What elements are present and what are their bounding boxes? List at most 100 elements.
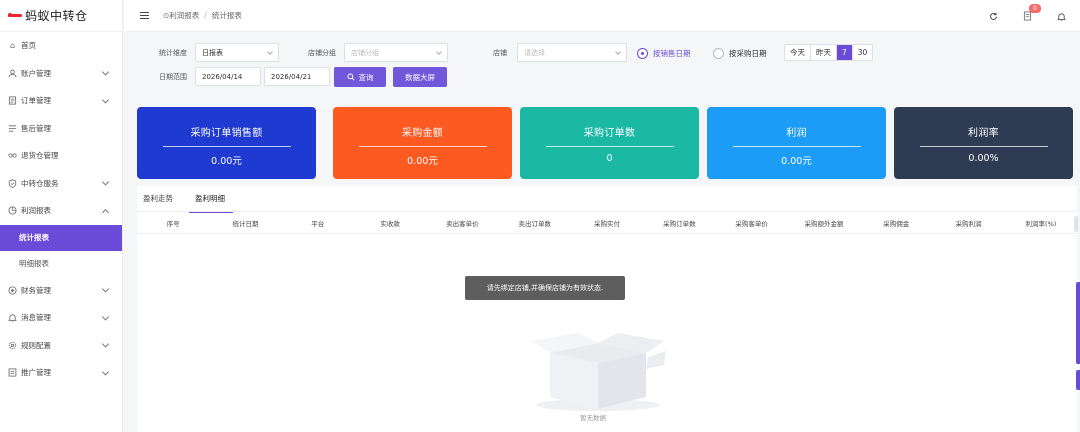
- home-icon: ⌂: [9, 40, 16, 50]
- column-header: 序号: [166, 219, 180, 228]
- notification-badge: 0: [1029, 4, 1041, 13]
- notification-icon[interactable]: 0: [1022, 4, 1041, 21]
- quick-range-yesterday[interactable]: 昨天: [811, 45, 837, 60]
- side-float-tab[interactable]: [1076, 282, 1080, 364]
- card-value: 0.00元: [211, 156, 242, 167]
- chevron-down-icon: [436, 49, 442, 55]
- column-header: 卖出订单数: [518, 219, 551, 228]
- chevron-down-icon: [101, 285, 110, 293]
- sidebar-subitem-label: 统计报表: [19, 233, 49, 242]
- chevron-down-icon: [267, 49, 273, 55]
- shop-select[interactable]: 请选择: [517, 43, 627, 62]
- sidebar-item-label: 规则配置: [21, 340, 51, 350]
- logo-text: 蚂蚁中转仓: [25, 9, 88, 23]
- radio-purchase-date[interactable]: 按采购日期: [713, 48, 767, 59]
- column-header: 实收款: [380, 219, 400, 228]
- data-screen-button[interactable]: 数据大屏: [393, 67, 447, 87]
- scrollbar-thumb[interactable]: [1074, 216, 1078, 232]
- order-icon: [8, 96, 17, 105]
- card-title: 采购订单销售额: [190, 128, 263, 139]
- column-header: 采购利润: [955, 219, 982, 228]
- sidebar-item-home[interactable]: ⌂ 首页: [0, 32, 122, 60]
- card-divider: [732, 146, 861, 147]
- sidebar-item-label: 订单管理: [21, 96, 51, 106]
- card-purchase-order-sales: 采购订单销售额 0.00元: [137, 107, 316, 179]
- date-start-input[interactable]: 2026/04/14: [195, 67, 261, 86]
- dimension-select[interactable]: 日报表: [195, 43, 279, 62]
- gear-icon: [8, 341, 17, 350]
- bell-icon[interactable]: [1056, 11, 1066, 21]
- promote-icon: [8, 368, 17, 377]
- card-title: 采购订单数: [583, 128, 636, 139]
- sidebar-item-after-sale[interactable]: 售后管理: [0, 115, 122, 143]
- toast-message: 请先绑定店铺,并确保店铺为有效状态.: [465, 276, 625, 300]
- chevron-down-icon: [101, 68, 110, 76]
- dimension-label: 统计维度: [159, 49, 187, 57]
- tab-profit-detail[interactable]: 盈利明细: [189, 186, 233, 213]
- chevron-down-icon: [615, 49, 621, 55]
- quick-range-30[interactable]: 30: [853, 45, 873, 60]
- sidebar-subitem-detail-report[interactable]: 明细报表: [0, 251, 122, 277]
- date-range-label: 日期范围: [159, 73, 187, 81]
- sidebar-item-promotion[interactable]: 推广管理: [0, 359, 122, 387]
- card-divider: [919, 146, 1048, 147]
- card-purchase-order-count: 采购订单数 0: [520, 107, 699, 179]
- card-title: 利润率: [968, 128, 999, 139]
- shop-group-select[interactable]: 店铺分组: [344, 43, 448, 62]
- column-header: 采购客单价: [735, 219, 768, 228]
- card-purchase-amount: 采购金额 0.00元: [333, 107, 512, 179]
- card-divider: [162, 146, 291, 147]
- menu-toggle-icon[interactable]: [140, 12, 149, 19]
- side-float-tab[interactable]: [1076, 370, 1080, 390]
- radio-sale-date[interactable]: 按销售日期: [637, 48, 691, 59]
- sidebar-item-orders[interactable]: 订单管理: [0, 87, 122, 115]
- column-header: 采购实付: [594, 219, 621, 228]
- sidebar-item-label: 财务管理: [21, 285, 51, 295]
- card-value: 0: [606, 153, 613, 164]
- card-title: 采购金额: [401, 128, 444, 139]
- breadcrumb-item[interactable]: ⊙利润报表: [163, 10, 199, 21]
- shield-icon: [8, 179, 17, 188]
- sidebar-item-profit-report[interactable]: 利润报表: [0, 197, 122, 225]
- sidebar-item-label: 利润报表: [21, 206, 51, 216]
- sidebar-item-messages[interactable]: 消息管理: [0, 304, 122, 332]
- tab-profit-trend[interactable]: 盈利走势: [143, 186, 173, 212]
- quick-range-today[interactable]: 今天: [785, 45, 811, 60]
- column-header: 采购额外金额: [804, 219, 844, 228]
- quick-range-group: 今天 昨天 7 30: [784, 44, 874, 61]
- chevron-down-icon: [101, 313, 110, 321]
- sidebar-item-label: 中转仓服务: [21, 178, 59, 188]
- column-header: 采购佣金: [883, 219, 910, 228]
- radio-checked-icon: [637, 48, 648, 59]
- date-end-input[interactable]: 2026/04/21: [264, 67, 330, 86]
- quick-range-7[interactable]: 7: [837, 45, 853, 60]
- return-icon: [8, 151, 17, 160]
- after-sale-icon: [8, 124, 17, 133]
- filter-form: 统计维度 日报表 店铺分组 店铺分组 店铺 请选择 按销售日期 按采购日期 今天…: [137, 40, 1077, 95]
- sidebar-item-label: 首页: [21, 41, 36, 51]
- sidebar-subitem-statistics-report[interactable]: 统计报表: [0, 224, 122, 251]
- sidebar-item-finance[interactable]: 财务管理: [0, 277, 122, 305]
- sidebar-item-account[interactable]: 账户管理: [0, 60, 122, 88]
- sidebar-item-rules[interactable]: 规则配置: [0, 332, 122, 360]
- sidebar-subitem-label: 明细报表: [19, 259, 49, 268]
- refresh-icon[interactable]: [988, 11, 998, 21]
- sidebar-item-label: 推广管理: [21, 368, 51, 378]
- report-icon: [8, 206, 17, 215]
- chevron-down-icon: [101, 368, 110, 376]
- logo[interactable]: 蚂蚁中转仓: [0, 0, 122, 32]
- header-actions: 0: [988, 0, 1066, 32]
- card-divider: [545, 146, 674, 147]
- radio-unchecked-icon: [713, 48, 724, 59]
- search-button[interactable]: 查询: [334, 67, 386, 87]
- sidebar-item-return-warehouse[interactable]: 退货仓管理: [0, 142, 122, 170]
- sidebar-item-label: 消息管理: [21, 313, 51, 323]
- sidebar: 蚂蚁中转仓 ⌂ 首页 账户管理 订单管理 售后管理 退货仓管理 中转仓服务 利润…: [0, 0, 123, 432]
- user-icon: [8, 69, 17, 78]
- breadcrumb-current: 统计报表: [211, 11, 242, 20]
- sidebar-item-transit-service[interactable]: 中转仓服务: [0, 170, 122, 198]
- table-header: 序号 统计日期 平台 实收款 卖出客单价 卖出订单数 采购实付 采购订单数 采购…: [137, 212, 1077, 234]
- sidebar-item-label: 退货仓管理: [21, 151, 59, 161]
- breadcrumb: ⊙利润报表 / 统计报表: [163, 10, 242, 21]
- card-divider: [358, 146, 487, 147]
